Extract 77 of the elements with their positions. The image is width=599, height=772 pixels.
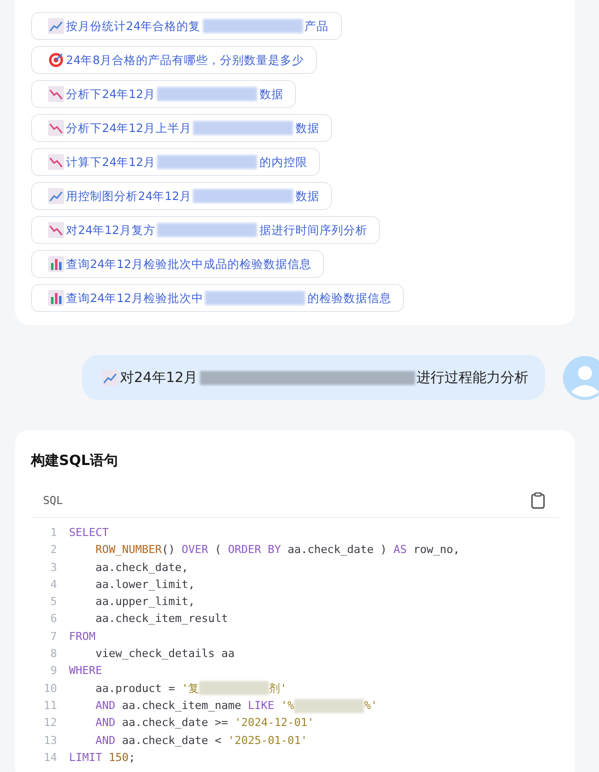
message-text: 产品	[304, 18, 329, 34]
suggestion-chip[interactable]: 计算下24年12月 的内控限	[31, 148, 320, 176]
suggestion-chip[interactable]: 分析下24年12月上半月 数据	[31, 114, 332, 142]
line-number: 12	[42, 715, 57, 732]
code-token: LIKE	[248, 698, 274, 714]
code-line: AND aa.check_date < '2025-01-01'	[94, 732, 308, 749]
message-text: 24年8月合格的产品有哪些，分别数量是多少	[66, 52, 304, 68]
code-line: AND aa.check_date >= '2024-12-01'	[94, 715, 314, 732]
line-number: 2	[49, 542, 57, 558]
line-number: 13	[42, 732, 57, 749]
trend-up-icon	[102, 370, 118, 386]
trend-down-icon	[48, 222, 64, 238]
language-label: SQL	[43, 494, 63, 507]
bar-chart-icon	[48, 256, 64, 272]
line-number: 10	[42, 680, 57, 697]
line-number: 5	[49, 594, 57, 610]
suggestion-chip[interactable]: 用控制图分析24年12月 数据	[31, 182, 332, 210]
message-text: 查询24年12月检验批次中成品的检验数据信息	[66, 256, 312, 272]
code-line: aa.check_date,	[94, 560, 188, 576]
line-number: 1	[49, 525, 57, 541]
trend-down-icon	[48, 86, 64, 102]
code-line: ROW_NUMBER() OVER ( ORDER BY aa.check_date ) AS row_no,	[94, 542, 460, 558]
message-text: 查询24年12月检验批次中	[66, 290, 204, 306]
code-line: FROM	[69, 628, 96, 645]
blurred-area	[199, 681, 270, 696]
bar-chart-icon	[48, 290, 64, 306]
message-text: 的检验数据信息	[307, 290, 392, 306]
line-number: 9	[49, 663, 57, 680]
message-text: 对24年12月	[120, 368, 198, 386]
suggestion-chip[interactable]: 分析下24年12月 数据	[31, 80, 296, 108]
message-text: 的内控限	[259, 154, 308, 170]
line-number: 14	[42, 750, 57, 766]
code-line: WHERE	[69, 663, 102, 680]
message-text: 据进行时间序列分析	[259, 222, 368, 238]
line-number: 6	[49, 611, 57, 628]
code-line: aa.check_item_result	[94, 611, 228, 628]
trend-up-icon	[48, 18, 64, 34]
copy-button[interactable]	[531, 492, 545, 509]
code-token: aa.product =	[94, 680, 176, 697]
code-token: aa.check_item_name	[120, 698, 242, 714]
code-line: aa.lower_limit,	[94, 576, 195, 593]
code-token: %'	[364, 698, 378, 714]
line-number: 8	[49, 646, 57, 662]
suggestion-chip[interactable]: 按月份统计24年合格的复 产品	[31, 12, 342, 40]
code-token: 剂'	[269, 680, 287, 697]
message-text: 进行过程能力分析	[416, 368, 529, 386]
message-text: 分析下24年12月上半月	[66, 120, 192, 136]
code-line: SELECT	[69, 525, 109, 541]
suggestion-chip[interactable]: 24年8月合格的产品有哪些，分别数量是多少	[31, 46, 317, 74]
blurred-area	[294, 698, 364, 713]
message-text: 数据	[295, 120, 320, 136]
line-number: 3	[49, 560, 57, 576]
code-line: LIMIT 150;	[69, 750, 136, 766]
message-text: 按月份统计24年合格的复	[66, 18, 201, 34]
clipboard-icon	[531, 492, 545, 509]
trend-down-icon	[48, 154, 64, 170]
suggestion-chip[interactable]: 查询24年12月检验批次中成品的检验数据信息	[31, 250, 324, 278]
message-text: 用控制图分析24年12月	[66, 188, 192, 204]
line-number: 7	[49, 628, 57, 645]
target-icon	[48, 52, 64, 68]
card-title: 构建SQL语句	[31, 452, 119, 470]
trend-down-icon	[48, 120, 64, 136]
code-token: '%	[280, 698, 294, 714]
line-number: 11	[42, 698, 57, 714]
code-line: aa.upper_limit,	[94, 594, 195, 610]
message-text: 对24年12月复方	[66, 222, 156, 238]
message-text: 分析下24年12月	[66, 86, 156, 102]
trend-up-icon	[48, 188, 64, 204]
message-text: 数据	[259, 86, 284, 102]
code-line: view_check_details aa	[94, 646, 235, 662]
suggestion-chip[interactable]: 查询24年12月检验批次中 的检验数据信息	[31, 284, 404, 312]
code-token: '复	[182, 680, 200, 697]
suggestion-chip[interactable]: 对24年12月复方 据进行时间序列分析	[31, 216, 380, 244]
line-number: 4	[49, 576, 57, 593]
message-text: 数据	[295, 188, 320, 204]
message-text: 计算下24年12月	[66, 154, 156, 170]
code-token: AND	[94, 698, 116, 714]
